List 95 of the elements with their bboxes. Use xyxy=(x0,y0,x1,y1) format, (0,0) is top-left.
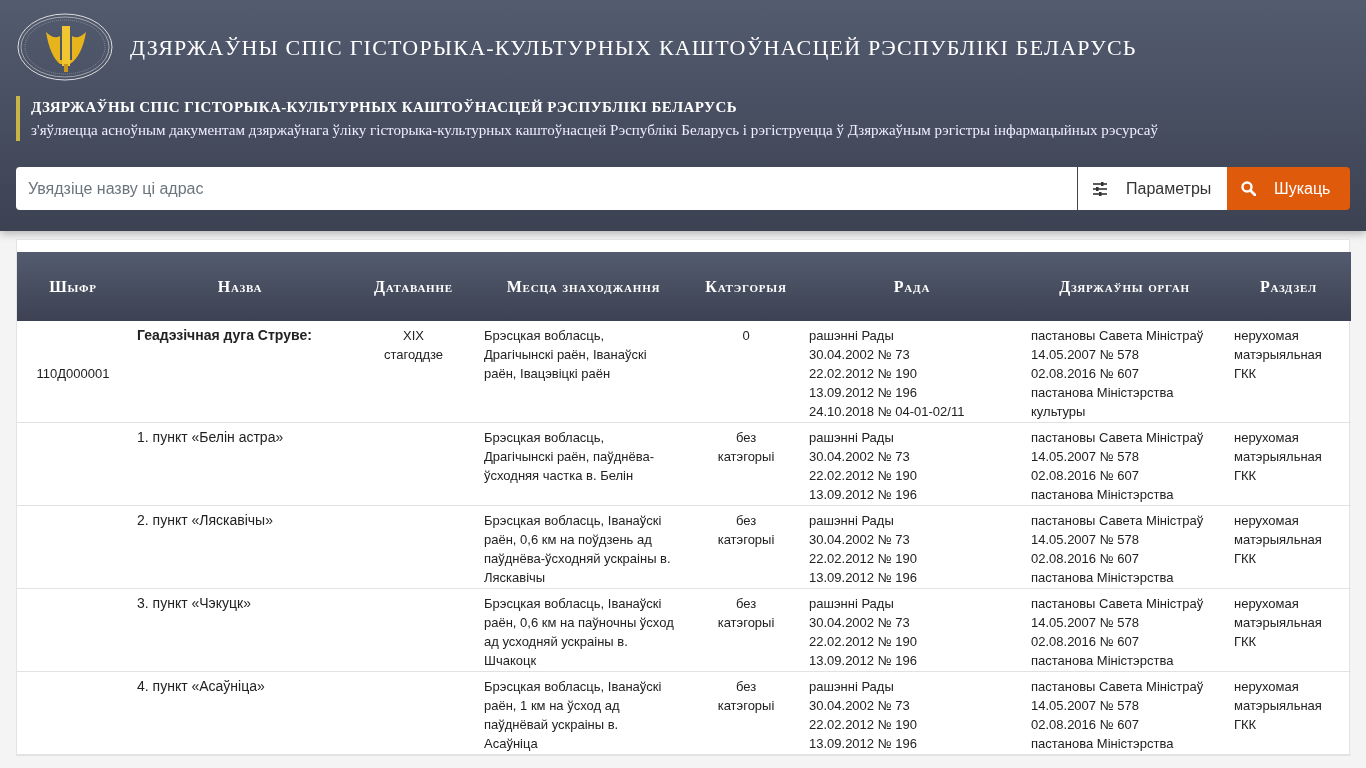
council-decision-line: 13.09.2012 № 196 xyxy=(809,384,918,402)
authority-line: 02.08.2016 № 607 xyxy=(1031,467,1140,485)
authority-line: 02.08.2016 № 607 xyxy=(1031,716,1140,734)
location-text: Брэсцкая вобласць, Іванаўскі раён, 0,6 км на поўдзень ад паўднёва-ўсходняй ускраіны в. Ляскавічы xyxy=(484,512,672,587)
council-decision-line: рашэнні Рады xyxy=(809,512,895,530)
council-decision-line: 22.02.2012 № 190 xyxy=(809,633,918,651)
category-line: без xyxy=(734,429,758,447)
section-line: нерухомая xyxy=(1234,429,1300,447)
council-decision-line: 30.04.2002 № 73 xyxy=(809,697,911,715)
council-decision-line: 13.09.2012 № 196 xyxy=(809,486,918,504)
category-line: 0 xyxy=(741,327,751,345)
authority-line: пастановы Савета Міністраў xyxy=(1031,678,1205,696)
section-line: матэрыяльная xyxy=(1234,697,1323,715)
council-decision-line: 30.04.2002 № 73 xyxy=(809,531,911,549)
column-header: Раздзел xyxy=(1226,252,1351,321)
council-decision-line: рашэнні Рады xyxy=(809,678,895,696)
council-decision-line: 30.04.2002 № 73 xyxy=(809,346,911,364)
notice-heading: ДЗЯРЖАЎНЫ СПІС ГІСТОРЫКА-КУЛЬТУРНЫХ КАШТОЎНАСЦЕЙ РЭСПУБЛІКІ БЕЛАРУСЬ xyxy=(31,98,738,117)
point-name: 4. пункт «Асаўніца» xyxy=(137,677,266,696)
column-header: Месца знаходжання xyxy=(476,252,691,321)
dating-line: XIX xyxy=(402,327,425,345)
column-header: Рада xyxy=(801,252,1023,321)
section-line: ГКК xyxy=(1234,633,1258,651)
authority-line: 02.08.2016 № 607 xyxy=(1031,550,1140,568)
search-button[interactable]: Шукаць xyxy=(1227,167,1350,210)
column-header: Шыфр xyxy=(17,252,129,321)
authority-line: пастановы Савета Міністраў xyxy=(1031,512,1205,530)
point-name: 1. пункт «Белін астра» xyxy=(137,428,285,447)
section-line: нерухомая xyxy=(1234,678,1300,696)
council-decision-line: 13.09.2012 № 196 xyxy=(809,569,918,587)
category-line: катэгорыі xyxy=(716,448,776,466)
site-title: ДЗЯРЖАЎНЫ СПІС ГІСТОРЫКА-КУЛЬТУРНЫХ КАШТОЎНАСЦЕЙ РЭСПУБЛІКІ БЕЛАРУСЬ xyxy=(130,33,1137,62)
authority-line: 14.05.2007 № 578 xyxy=(1031,531,1140,549)
council-decision-line: 24.10.2018 № 04-01-02/11 xyxy=(809,403,966,421)
notice-text: з'яўляецца асноўным дакументам дзяржаўнага ўліку гісторыка-культурных каштоўнасцей Рэспублікі Беларусь і рэгіструецца ў Дзяржаўным рэгістры інфармацыйных рэсурсаў xyxy=(31,120,1159,140)
council-decision-line: рашэнні Рады xyxy=(809,595,895,613)
section-line: нерухомая xyxy=(1234,512,1300,530)
authority-line: 14.05.2007 № 578 xyxy=(1031,697,1140,715)
section-line: матэрыяльная xyxy=(1234,614,1323,632)
council-decision-line: 30.04.2002 № 73 xyxy=(809,448,911,466)
authority-line: пастанова Міністэрства xyxy=(1031,486,1175,504)
authority-line: 02.08.2016 № 607 xyxy=(1031,633,1140,651)
authority-line: пастановы Савета Міністраў xyxy=(1031,429,1205,447)
category-line: без xyxy=(734,595,758,613)
category-line: без xyxy=(734,678,758,696)
search-field[interactable]: Увядзіце назву ці адрас xyxy=(16,167,1077,210)
council-decision-line: 13.09.2012 № 196 xyxy=(809,735,918,753)
section-line: ГКК xyxy=(1234,365,1258,383)
section-line: матэрыяльная xyxy=(1234,346,1323,364)
authority-line: 14.05.2007 № 578 xyxy=(1031,614,1140,632)
column-header: Датаванне xyxy=(351,252,476,321)
dating-line: стагоддзе xyxy=(382,346,445,364)
council-decision-line: 13.09.2012 № 196 xyxy=(809,652,918,670)
council-decision-line: 30.04.2002 № 73 xyxy=(809,614,911,632)
parameters-button[interactable]: Параметры xyxy=(1077,167,1227,210)
council-decision-line: 22.02.2012 № 190 xyxy=(809,365,918,383)
council-decision-line: 22.02.2012 № 190 xyxy=(809,467,918,485)
section-line: матэрыяльная xyxy=(1234,448,1323,466)
point-name: 3. пункт «Чэкуцк» xyxy=(137,594,252,613)
authority-line: 02.08.2016 № 607 xyxy=(1031,365,1140,383)
authority-line: пастанова Міністэрства xyxy=(1031,569,1175,587)
column-header: Дзяржаўны орган xyxy=(1023,252,1226,321)
record-code: 110Д000001 xyxy=(35,365,111,383)
section-line: ГКК xyxy=(1234,467,1258,485)
section-line: нерухомая xyxy=(1234,327,1300,345)
category-line: без xyxy=(734,512,758,530)
authority-line: пастановы Савета Міністраў xyxy=(1031,327,1205,345)
search-icon xyxy=(1241,181,1256,196)
category-line: катэгорыі xyxy=(716,531,776,549)
authority-line: пастановы Савета Міністраў xyxy=(1031,595,1205,613)
council-decision-line: 22.02.2012 № 190 xyxy=(809,716,918,734)
authority-line: 14.05.2007 № 578 xyxy=(1031,448,1140,466)
column-header: Назва xyxy=(129,252,351,321)
authority-line: пастанова Міністэрства xyxy=(1031,384,1175,402)
object-name: Геадэзічная дуга Струве: xyxy=(137,326,313,345)
council-decision-line: рашэнні Рады xyxy=(809,429,895,447)
sliders-icon xyxy=(1092,181,1108,196)
authority-line: 14.05.2007 № 578 xyxy=(1031,346,1140,364)
location-text: Брэсцкая вобласць, Іванаўскі раён, 1 км на ўсход ад паўднёвай ускраіны в. Асаўніца xyxy=(484,678,663,753)
council-decision-line: 22.02.2012 № 190 xyxy=(809,550,918,568)
council-decision-line: рашэнні Рады xyxy=(809,327,895,345)
location-text: Брэсцкая вобласць, Драгічынскі раён, Іванаўскі раён, Івацэвіцкі раён xyxy=(484,327,648,383)
authority-line: пастанова Міністэрства xyxy=(1031,652,1175,670)
section-line: нерухомая xyxy=(1234,595,1300,613)
authority-line: пастанова Міністэрства xyxy=(1031,735,1175,753)
category-line: катэгорыі xyxy=(716,614,776,632)
authority-line: культуры xyxy=(1031,403,1087,421)
location-text: Брэсцкая вобласць, Іванаўскі раён, 0,6 км на паўночны ўсход ад усходняй ускраіны в. Шчакоцк xyxy=(484,595,675,670)
point-name: 2. пункт «Ляскавічы» xyxy=(137,511,274,530)
section-line: матэрыяльная xyxy=(1234,531,1323,549)
section-line: ГКК xyxy=(1234,550,1258,568)
location-text: Брэсцкая вобласць, Драгічынскі раён, паўднёва-ўсходняя частка в. Белін xyxy=(484,429,656,485)
category-line: катэгорыі xyxy=(716,697,776,715)
section-line: ГКК xyxy=(1234,716,1258,734)
column-header: Катэгорыя xyxy=(691,252,801,321)
